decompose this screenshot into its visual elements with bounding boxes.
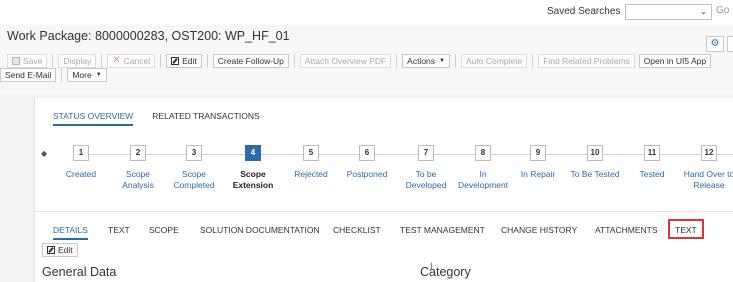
more-menu-button[interactable]: More ▼: [67, 68, 107, 82]
saved-searches-label: Saved Searches: [547, 6, 621, 17]
category-heading: Category: [420, 265, 471, 279]
status-step-number: 3: [186, 145, 202, 161]
overview-tabs: STATUS OVERVIEW RELATED TRANSACTIONS: [53, 111, 279, 126]
tab-scope[interactable]: SCOPE: [149, 225, 179, 238]
saved-searches-menu[interactable]: Saved Searches▼: [547, 6, 632, 17]
toolbar-divider: [532, 54, 534, 68]
display-button[interactable]: Display: [58, 54, 97, 68]
tab-solution-documentation[interactable]: SOLUTION DOCUMENTATION: [200, 225, 320, 238]
toolbar-divider: [206, 54, 208, 68]
panel-divider: [35, 211, 733, 212]
tab-text[interactable]: TEXT: [108, 225, 130, 238]
general-data-heading: General Data: [42, 265, 117, 279]
status-step-number: 4: [245, 145, 261, 161]
status-step-number: 6: [359, 145, 375, 161]
toolbar-second-row: Send E-Mail More ▼: [0, 68, 107, 82]
open-in-ui5-app-button[interactable]: Open in UI5 App: [638, 54, 712, 68]
saved-search-select[interactable]: ⌄: [625, 4, 712, 20]
save-button[interactable]: Save: [7, 54, 48, 68]
chevron-down-icon: ⌄: [700, 7, 707, 16]
toolbar-divider: [160, 54, 162, 68]
tab-details[interactable]: DETAILS: [53, 225, 88, 240]
status-step-label: Hand Over to Release: [683, 169, 733, 190]
status-step-number: 7: [418, 145, 434, 161]
tab-related-transactions[interactable]: RELATED TRANSACTIONS: [152, 111, 259, 126]
text-cursor-icon: I: [430, 261, 433, 271]
toolbar-divider: [293, 54, 295, 68]
toolbar-divider: [61, 68, 63, 82]
page-header: Work Package: 8000000283, OST200: WP_HF_…: [0, 25, 733, 95]
tab-status-overview[interactable]: STATUS OVERVIEW: [53, 111, 134, 126]
edit-icon: [171, 57, 180, 65]
status-step-number: 2: [130, 145, 146, 161]
status-step-number: 5: [303, 145, 319, 161]
chevron-down-icon: ▼: [439, 58, 445, 64]
tab-checklist[interactable]: CHECKLIST: [333, 225, 381, 238]
top-bar: Saved Searches▼ ⌄ Go: [0, 0, 733, 25]
save-icon: [12, 57, 20, 65]
edit-icon: [47, 246, 55, 254]
settings-button[interactable]: ⚙: [706, 36, 724, 52]
tab-attachments[interactable]: ATTACHMENTS: [595, 225, 658, 238]
status-step-number: 8: [475, 145, 491, 161]
status-step-number: 9: [530, 145, 546, 161]
tab-test-management[interactable]: TEST MANAGEMENT: [400, 225, 485, 238]
auto-complete-button[interactable]: Auto Complete: [460, 54, 528, 68]
edit-button[interactable]: Edit: [166, 54, 202, 68]
page-title: Work Package: 8000000283, OST200: WP_HF_…: [7, 29, 290, 43]
tab-change-history[interactable]: CHANGE HISTORY: [501, 225, 577, 238]
details-edit-button[interactable]: Edit: [42, 243, 78, 257]
status-step-number: 10: [587, 145, 603, 161]
status-step[interactable]: 12 Hand Over to Release: [674, 145, 733, 191]
toolbar-divider: [454, 54, 456, 68]
toolbar-divider: [52, 54, 54, 68]
status-step-number: 12: [701, 145, 717, 161]
create-follow-up-button[interactable]: Create Follow-Up: [212, 54, 289, 68]
send-email-button[interactable]: Send E-Mail: [0, 68, 57, 82]
attach-overview-pdf-button[interactable]: Attach Overview PDF: [299, 54, 392, 68]
status-panel: STATUS OVERVIEW RELATED TRANSACTIONS ◆ 1…: [34, 98, 733, 282]
toolbar: Save Display ✕ Cancel Edit Create Follow-…: [7, 54, 712, 68]
cancel-button[interactable]: ✕ Cancel: [107, 54, 156, 68]
status-step-number: 11: [644, 145, 660, 161]
chevron-down-icon: ▼: [95, 72, 102, 78]
find-related-problems-button[interactable]: Find Related Problems: [538, 54, 635, 68]
status-step-number: 1: [73, 145, 89, 161]
go-button[interactable]: Go: [716, 5, 729, 16]
tab-highlight-box: [668, 219, 704, 239]
toolbar-divider: [396, 54, 398, 68]
toolbar-divider: [101, 54, 103, 68]
actions-menu-button[interactable]: Actions ▼: [402, 54, 450, 68]
close-icon: ✕: [112, 55, 121, 66]
gear-icon: ⚙: [710, 38, 720, 49]
overflow-button[interactable]: [727, 36, 733, 52]
